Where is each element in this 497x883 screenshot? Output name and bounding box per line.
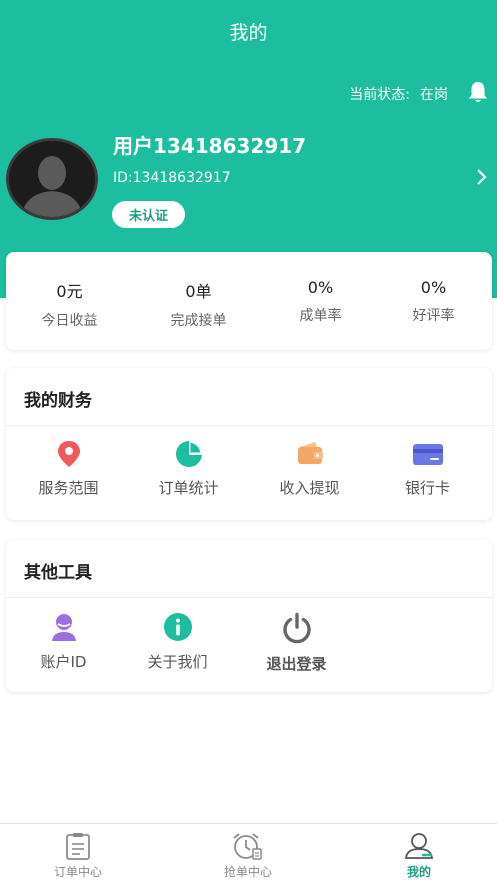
stat-value: 0% xyxy=(420,278,447,297)
stat-completed-orders: 0单 完成接单 xyxy=(138,252,259,330)
divider xyxy=(6,597,492,598)
service-area-button[interactable]: 服务范围 xyxy=(8,440,129,498)
section-title: 其他工具 xyxy=(24,563,92,583)
info-icon xyxy=(163,613,192,641)
tab-label: 抢单中心 xyxy=(223,865,272,879)
stat-value: 0单 xyxy=(185,282,212,301)
logout-button[interactable]: 退出登录 xyxy=(236,612,357,674)
grid-item-label: 订单统计 xyxy=(158,479,219,497)
avatar[interactable] xyxy=(6,138,98,220)
grid-item-label: 关于我们 xyxy=(147,653,208,671)
verification-badge[interactable]: 未认证 xyxy=(112,201,185,228)
about-us-button[interactable]: 关于我们 xyxy=(117,612,238,672)
tab-label: 订单中心 xyxy=(53,865,102,879)
default-avatar-icon xyxy=(9,141,95,217)
status-value: 在岗 xyxy=(420,87,448,103)
user-icon xyxy=(404,833,434,859)
grid-item-label: 银行卡 xyxy=(404,479,450,497)
bank-card-button[interactable]: 银行卡 xyxy=(367,440,488,498)
section-title: 我的财务 xyxy=(24,391,92,411)
stat-label: 今日收益 xyxy=(41,313,98,329)
tools-card: 其他工具 账户ID 关于我们 退出登录 xyxy=(6,540,492,692)
stats-card: 0元 今日收益 0单 完成接单 0% 成单率 0% 好评率 xyxy=(6,252,492,350)
user-id: ID:13418632917 xyxy=(113,170,231,186)
grid-item-label: 服务范围 xyxy=(38,479,99,497)
withdraw-button[interactable]: 收入提现 xyxy=(249,440,370,498)
tab-order-center[interactable]: 订单中心 xyxy=(0,824,161,883)
status-label: 当前状态: xyxy=(349,87,410,103)
stat-success-rate: 0% 成单率 xyxy=(260,252,381,325)
finance-card: 我的财务 服务范围 订单统计 收入提现 银行卡 xyxy=(6,368,492,520)
work-status[interactable]: 当前状态: 在岗 xyxy=(349,84,448,104)
location-pin-icon xyxy=(57,441,80,467)
stat-today-income: 0元 今日收益 xyxy=(9,252,130,330)
account-id-button[interactable]: 账户ID xyxy=(3,612,124,672)
stat-label: 好评率 xyxy=(412,308,455,324)
order-stats-button[interactable]: 订单统计 xyxy=(128,440,249,498)
tab-label: 我的 xyxy=(406,865,431,879)
power-icon xyxy=(282,612,311,644)
alarm-clock-icon xyxy=(233,833,262,860)
bell-icon[interactable] xyxy=(467,80,489,104)
bottom-tab-bar: 订单中心 抢单中心 我的 xyxy=(0,823,497,883)
pie-chart-icon xyxy=(175,441,202,467)
stat-label: 成单率 xyxy=(299,308,342,324)
tab-grab-orders[interactable]: 抢单中心 xyxy=(165,824,331,883)
page-title: 我的 xyxy=(229,22,268,44)
stat-value: 0元 xyxy=(56,282,83,301)
username: 用户13418632917 xyxy=(113,134,307,158)
clipboard-icon xyxy=(66,833,90,860)
stat-value: 0% xyxy=(307,278,334,297)
stat-positive-rate: 0% 好评率 xyxy=(373,252,494,325)
divider xyxy=(6,425,492,426)
grid-item-label: 退出登录 xyxy=(266,655,327,673)
wallet-icon xyxy=(297,442,323,464)
grid-item-label: 账户ID xyxy=(40,653,87,671)
account-icon xyxy=(51,614,76,641)
chevron-right-icon[interactable] xyxy=(476,168,488,186)
stat-label: 完成接单 xyxy=(170,313,227,329)
bank-card-icon xyxy=(412,444,443,465)
tab-mine[interactable]: 我的 xyxy=(336,824,497,883)
grid-item-label: 收入提现 xyxy=(279,479,340,497)
